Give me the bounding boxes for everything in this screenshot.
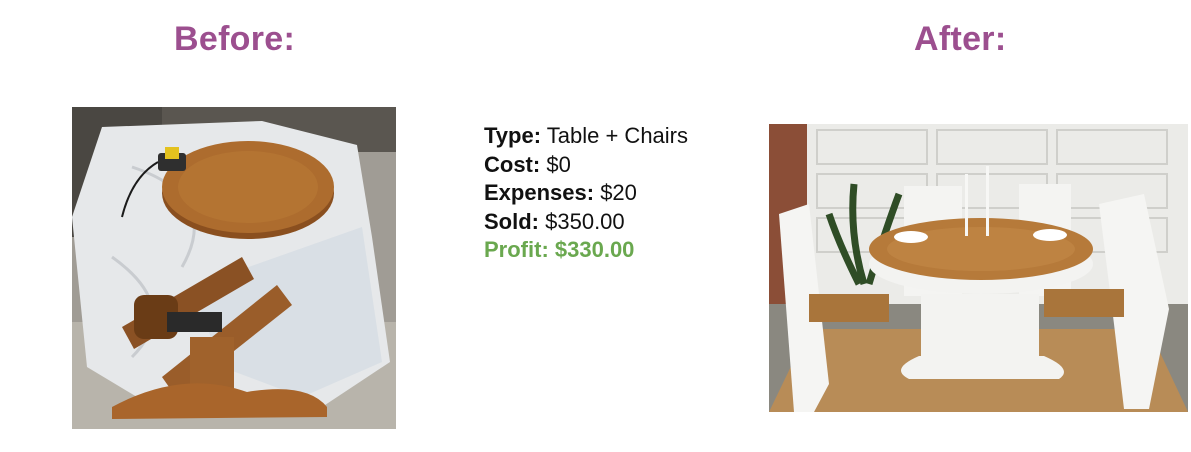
expenses-label: Expenses: [484,180,595,205]
cost-label: Cost: [484,151,541,177]
type-label: Type: [484,123,542,148]
expenses-value: $20 [600,180,637,205]
profit-label: Profit: [484,237,549,262]
sold-row: Sold: $350.00 [484,208,688,237]
before-heading: Before: [174,20,296,58]
before-photo [72,107,396,429]
after-heading: After: [914,20,1007,58]
cost-value: $0 [546,151,571,177]
type-row: Type: Table + Chairs [484,122,688,151]
after-photo [769,124,1188,412]
type-value: Table + Chairs [546,123,689,148]
cost-row: Cost: $0 [484,151,688,180]
sold-value: $350.00 [545,208,625,234]
profit-value: $330.00 [554,237,635,262]
expenses-row: Expenses: $20 [484,179,688,208]
project-details: Type: Table + Chairs Cost: $0 Expenses: … [484,122,688,265]
sold-label: Sold: [484,208,539,234]
profit-row: Profit: $330.00 [484,236,688,265]
